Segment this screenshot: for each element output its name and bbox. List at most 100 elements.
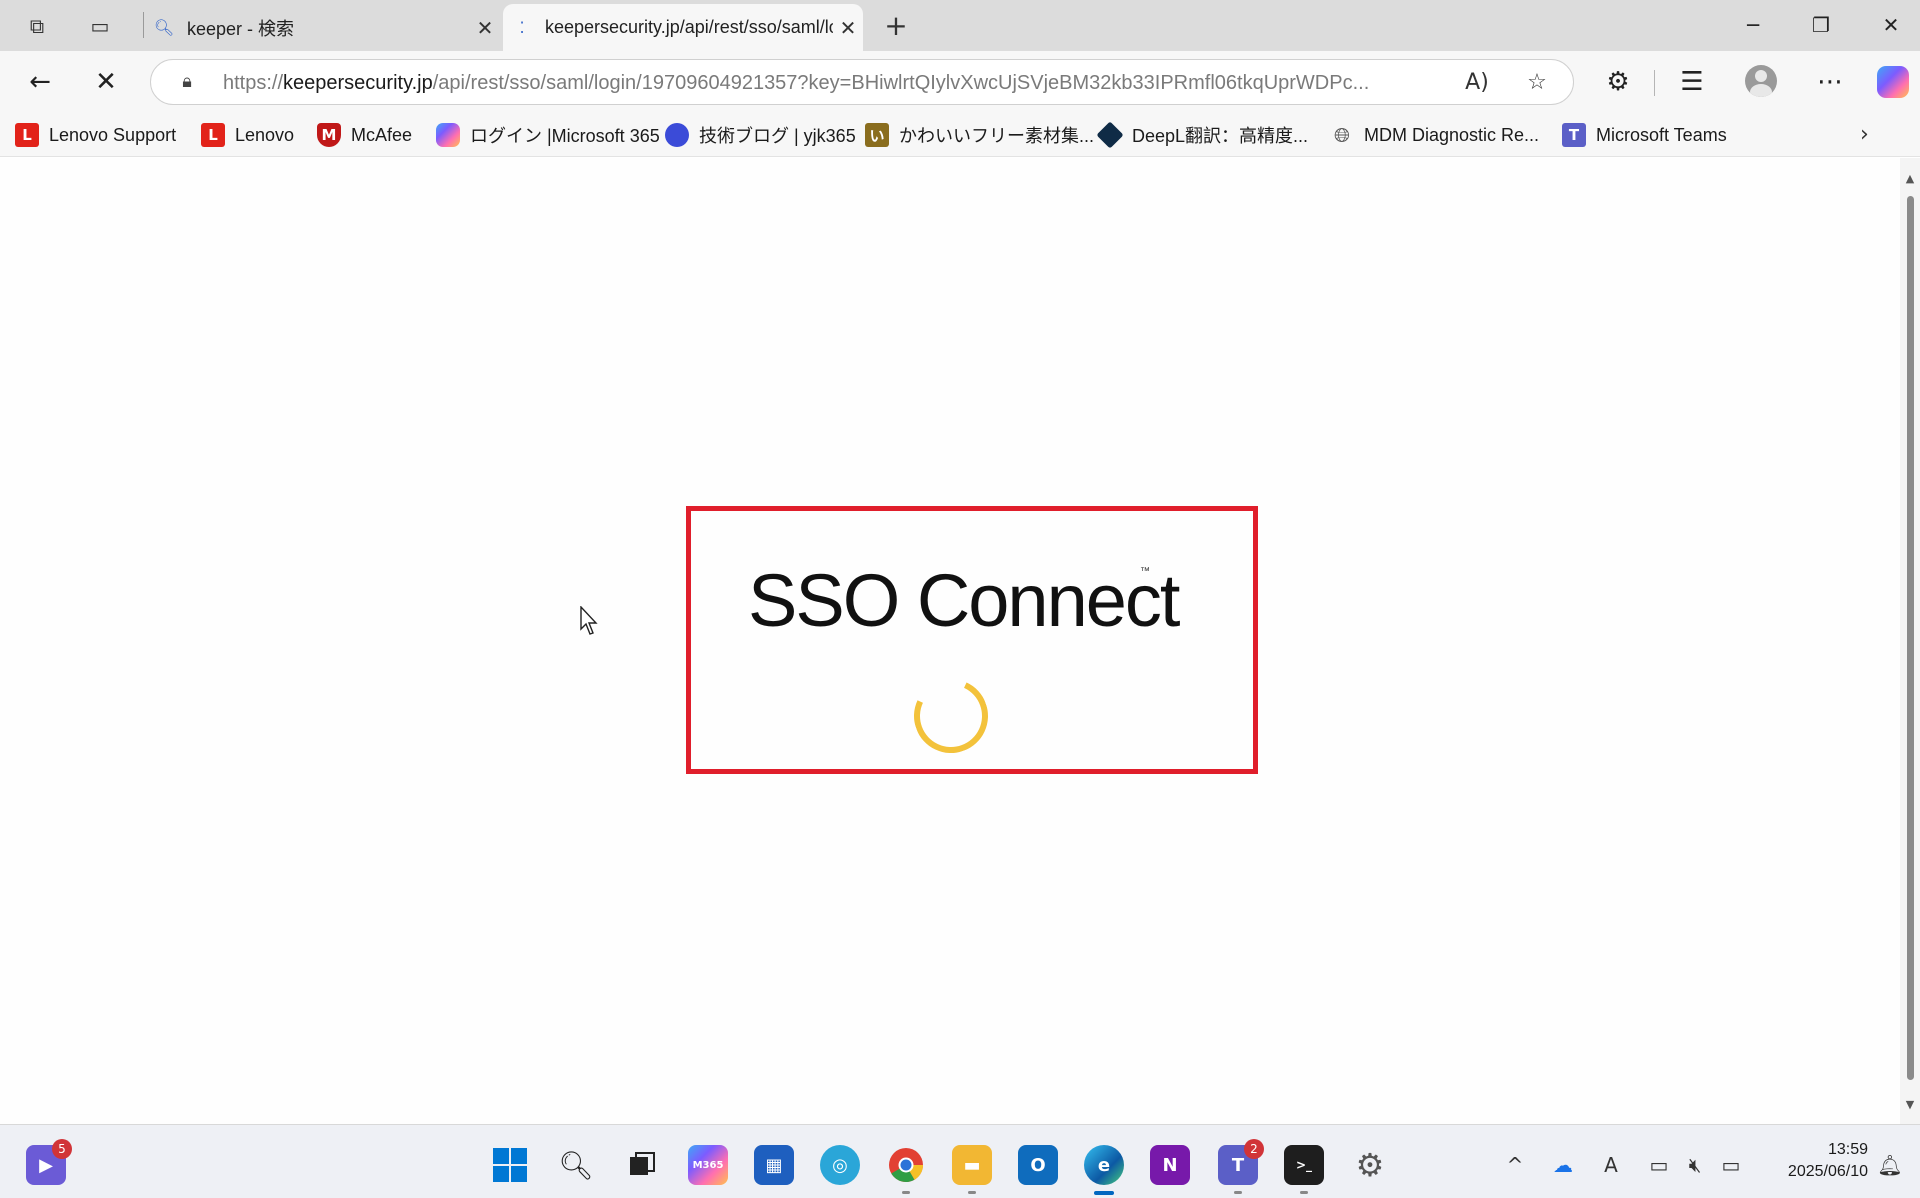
favorites-bar: L Lenovo Support L Lenovo M McAfee ログイン … <box>0 113 1920 157</box>
loading-dots-icon: ⁚ <box>519 18 525 37</box>
terminal-icon[interactable]: >_ <box>1284 1145 1324 1194</box>
favorite-lenovo[interactable]: L Lenovo <box>201 122 294 148</box>
chrome-icon[interactable] <box>886 1145 926 1194</box>
task-view-glyph <box>630 1152 655 1175</box>
favorite-label: DeepL翻訳：高精度... <box>1132 126 1309 146</box>
system-clock[interactable]: 13:59 2025/06/10 <box>1768 1139 1868 1183</box>
task-view-icon[interactable] <box>622 1145 662 1185</box>
search-icon: 🔍︎ <box>153 18 175 37</box>
mouse-cursor-icon <box>580 606 598 635</box>
start-button[interactable] <box>490 1145 530 1185</box>
favorite-label: ログイン |Microsoft 365 <box>470 126 660 146</box>
stop-loading-button[interactable]: ✕ <box>88 64 124 100</box>
close-tab-icon[interactable]: ✕ <box>833 16 863 40</box>
workspaces-icon[interactable]: ⧉ <box>22 11 52 41</box>
clock-time: 13:59 <box>1827 1141 1868 1158</box>
lenovo-icon: L <box>15 123 39 147</box>
microsoft365-app-icon[interactable]: M365 <box>688 1145 728 1185</box>
vertical-scrollbar[interactable]: ▲ ▼ <box>1900 158 1920 1124</box>
network-icon[interactable]: ▭ <box>1645 1151 1673 1179</box>
extensions-icon[interactable]: ⚙ <box>1600 64 1636 100</box>
favorite-tech-blog[interactable]: 技術ブログ | yjk365 <box>665 122 856 148</box>
chevron-right-icon[interactable]: › <box>1860 122 1869 147</box>
blog-icon <box>665 123 689 147</box>
search-icon[interactable]: 🔍︎ <box>556 1145 596 1185</box>
teams-icon[interactable]: T 2 <box>1218 1139 1264 1194</box>
url-host: keepersecurity.jp <box>283 72 433 94</box>
onenote-icon[interactable]: N <box>1150 1145 1190 1185</box>
battery-icon[interactable]: ▭ <box>1717 1151 1745 1179</box>
teams-icon: T <box>1562 123 1586 147</box>
favorite-label: MDM Diagnostic Re... <box>1364 124 1540 145</box>
volume-muted-icon[interactable]: 🔇︎ <box>1681 1151 1709 1179</box>
file-explorer-icon[interactable]: ▬ <box>952 1145 992 1194</box>
deepl-icon <box>1096 121 1124 149</box>
favorite-irasutoya[interactable]: い かわいいフリー素材集... <box>865 122 1094 148</box>
settings-gear-icon[interactable]: ⚙ <box>1350 1145 1390 1185</box>
favorites-list-icon[interactable]: ☰ <box>1674 64 1710 100</box>
favorite-label: Lenovo <box>235 124 295 145</box>
url-path: /api/rest/sso/saml/login/19709604921357?… <box>432 72 1370 94</box>
browser-toolbar: ← ✕ 🔒︎ https://keepersecurity.jp/api/res… <box>0 51 1920 113</box>
lock-icon[interactable]: 🔒︎ <box>175 70 199 94</box>
chevron-up-icon[interactable]: ^ <box>1501 1151 1529 1179</box>
lenovo-icon: L <box>201 123 225 147</box>
minimize-button[interactable]: ─ <box>1730 8 1776 42</box>
favorite-label: Microsoft Teams <box>1596 124 1727 145</box>
widgets-icon[interactable]: ▶ 5 <box>26 1139 72 1185</box>
close-tab-icon[interactable]: ✕ <box>470 16 500 40</box>
back-button[interactable]: ← <box>22 64 58 100</box>
toolbar-separator <box>1654 70 1655 96</box>
restore-button[interactable]: ❐ <box>1798 8 1844 42</box>
tab-actions-icon[interactable]: ▭ <box>85 11 115 41</box>
windows-taskbar: ▶ 5 🔍︎ M365 ▦ ◎ ▬ O e N T 2 >_ ⚙ ^ ☁ A ▭… <box>0 1124 1920 1198</box>
app-circle-icon[interactable]: ◎ <box>820 1145 860 1185</box>
microsoft-store-icon[interactable]: ▦ <box>754 1145 794 1185</box>
favorite-microsoft365-login[interactable]: ログイン |Microsoft 365 <box>436 122 660 148</box>
tab-keeper-search[interactable]: 🔍︎ keeper - 検索 ✕ <box>145 4 500 51</box>
teams-badge: 2 <box>1244 1139 1264 1159</box>
favorite-label: 技術ブログ | yjk365 <box>699 126 856 146</box>
edge-icon[interactable]: e <box>1084 1145 1124 1195</box>
tab-strip: ⧉ ▭ 🔍︎ keeper - 検索 ✕ ⁚ keepersecurity.jp… <box>0 0 1920 51</box>
tab-separator <box>143 12 144 38</box>
favorite-lenovo-support[interactable]: L Lenovo Support <box>15 122 176 148</box>
tab-title: keepersecurity.jp/api/rest/sso/saml/logi… <box>545 17 833 37</box>
sso-connect-title: SSO Connect <box>748 559 1180 642</box>
input-method-icon[interactable]: A <box>1597 1151 1625 1179</box>
microsoft365-icon <box>436 123 460 147</box>
favorite-label: かわいいフリー素材集... <box>899 126 1095 146</box>
address-bar[interactable]: 🔒︎ https://keepersecurity.jp/api/rest/ss… <box>150 59 1574 105</box>
onedrive-cloud-icon[interactable]: ☁ <box>1549 1151 1577 1179</box>
favorite-star-icon[interactable]: ☆ <box>1523 69 1551 97</box>
scroll-down-arrow-icon[interactable]: ▼ <box>1904 1098 1916 1111</box>
favorite-label: Lenovo Support <box>49 124 177 145</box>
notification-badge: 5 <box>52 1139 72 1159</box>
close-window-button[interactable]: ✕ <box>1868 8 1914 42</box>
scroll-thumb[interactable] <box>1907 196 1914 1080</box>
profile-avatar[interactable] <box>1745 65 1777 97</box>
favorite-deepl[interactable]: DeepL翻訳：高精度... <box>1096 121 1309 149</box>
windows-logo-icon <box>493 1148 527 1182</box>
mcafee-shield-icon: M <box>317 123 341 147</box>
irasutoya-icon: い <box>865 123 889 147</box>
tab-title: keeper - 検索 <box>187 18 295 39</box>
read-aloud-icon[interactable]: A) <box>1463 69 1491 97</box>
outlook-icon[interactable]: O <box>1018 1145 1058 1185</box>
favorite-mcafee[interactable]: M McAfee <box>317 122 412 148</box>
copilot-icon[interactable] <box>1877 66 1909 98</box>
scroll-up-arrow-icon[interactable]: ▲ <box>1904 172 1916 185</box>
chrome-glyph <box>889 1148 923 1182</box>
url-text[interactable]: https://keepersecurity.jp/api/rest/sso/s… <box>223 72 1373 95</box>
favorite-mdm-diagnostic[interactable]: 🌐︎ MDM Diagnostic Re... <box>1330 122 1539 148</box>
url-scheme: https:// <box>223 72 284 94</box>
more-menu-icon[interactable]: ⋯ <box>1812 64 1848 100</box>
clock-date: 2025/06/10 <box>1787 1163 1868 1180</box>
favorite-label: McAfee <box>351 124 413 145</box>
trademark-mark: ™ <box>1140 566 1150 577</box>
globe-icon: 🌐︎ <box>1334 123 1350 147</box>
favorite-microsoft-teams[interactable]: T Microsoft Teams <box>1562 122 1727 148</box>
notification-bell-icon[interactable]: 🔔︎ <box>1876 1151 1904 1179</box>
new-tab-button[interactable]: + <box>879 10 913 44</box>
tab-keeper-sso[interactable]: ⁚ keepersecurity.jp/api/rest/sso/saml/lo… <box>503 4 863 51</box>
